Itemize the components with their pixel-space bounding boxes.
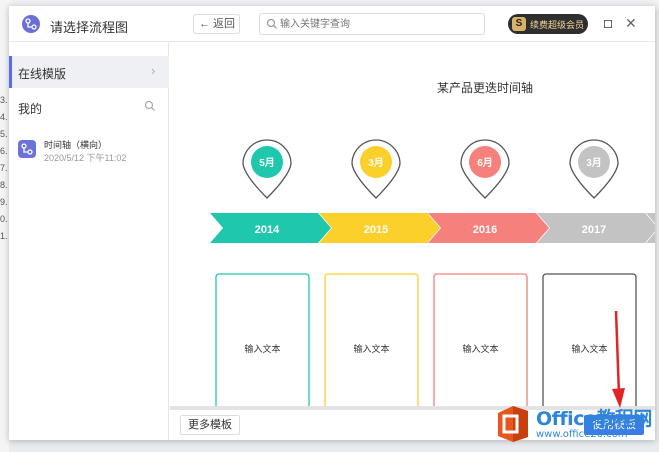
row-number: 0. [0,214,8,224]
timeline-card-text: 输入文本 [353,343,389,354]
vip-renew-button[interactable]: S 续费超级会员 [508,14,588,34]
back-button[interactable]: ← 返回 [193,14,240,34]
timeline-graphic: 2014 5月输入文本 2015 3月输入文本 2016 6月输入文本 2017 3月输入文本 [210,139,655,406]
sidebar: 在线模版 › 我的 时间轴（横向） 2020/5/12 下午11:02 [9,42,169,440]
chevron-right-icon: › [151,63,156,78]
more-templates-button[interactable]: 更多模板 [180,415,240,435]
watermark-brand: Office教程网 [536,408,652,430]
search-box [259,13,485,35]
timeline-year: 2014 [255,224,280,236]
background-row-numbers: 3. 4. 5. 6. 7. 8. 9. 0. 1. [0,0,9,452]
timeline-card-text: 输入文本 [244,343,280,354]
timeline-month: 5月 [259,157,275,169]
timeline-year: 2017 [582,224,606,236]
timeline-month: 3月 [586,157,602,169]
timeline-card [433,273,528,406]
arrow-left-icon: ← [199,18,210,30]
timeline-card-text: 输入文本 [462,343,498,354]
timeline-card-text: 输入文本 [571,343,607,354]
row-number: 8. [0,180,8,190]
file-item[interactable]: 时间轴（横向） 2020/5/12 下午11:02 [18,134,168,166]
dialog-title: 请选择流程图 [50,20,129,35]
search-input[interactable] [280,17,480,31]
back-label: 返回 [213,18,235,30]
maximize-icon[interactable] [604,20,612,28]
file-name: 时间轴（横向） [44,140,108,150]
file-date: 2020/5/12 下午11:02 [44,153,127,163]
flowchart-dialog: 请选择流程图 ←返回 S 续费超级会员 ✕ 在线模版 › 我的 时间轴（横向） … [9,6,655,440]
sidebar-item-mine[interactable]: 我的 [18,100,42,117]
sidebar-item-label: 在线模版 [18,67,67,81]
timeline-month: 6月 [477,157,493,169]
vip-badge-icon: S [512,17,526,31]
close-icon[interactable]: ✕ [625,15,637,32]
watermark-url: www.office26.com [536,429,628,440]
row-number: 5. [0,129,8,139]
office-logo-icon [498,406,528,442]
search-icon [266,18,277,29]
row-number: 3. [0,95,8,105]
row-number: 4. [0,112,8,122]
timeline-year: 2015 [364,224,388,236]
row-number: 7. [0,163,8,173]
annotation-arrow-icon [612,311,625,408]
row-number: 9. [0,197,8,207]
flowchart-app-icon [22,15,40,33]
row-number: 6. [0,146,8,156]
template-preview: 某产品更迭时间轴 2014 5月 输入文本 2015 3月 输入文本 2016 6月 输入文本 2… [170,42,655,406]
timeline-year: 2016 [473,224,497,236]
sidebar-item-online-templates[interactable]: 在线模版 › [9,56,169,88]
row-number: 1. [0,231,8,241]
timeline-card [215,273,310,406]
search-icon[interactable] [144,100,156,112]
vip-label: 续费超级会员 [530,20,585,30]
flowchart-file-icon [18,140,36,158]
watermark: Office教程网 www.office26.com [496,402,658,448]
title-bar: 请选择流程图 ←返回 S 续费超级会员 ✕ [9,6,655,42]
timeline-month: 3月 [368,157,384,169]
timeline-card [324,273,419,406]
